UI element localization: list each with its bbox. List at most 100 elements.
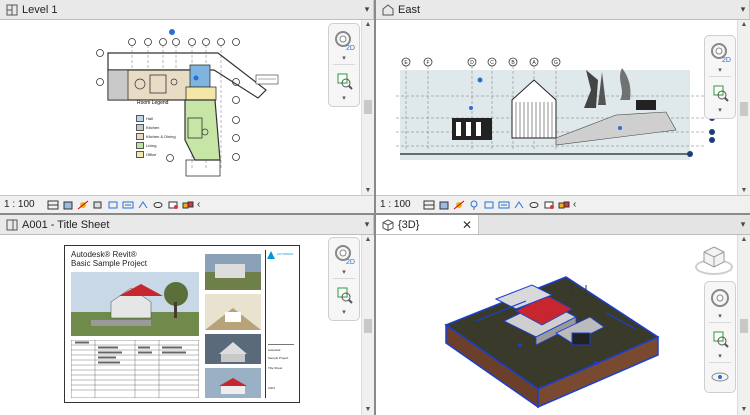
room-legend-title: Room Legend [137,100,169,106]
tab-label: A001 - Title Sheet [22,218,110,231]
floor-plan-icon [6,4,18,15]
tab-menu-icon[interactable]: ▾ [738,3,748,15]
chevron-down-icon[interactable]: ▾ [716,66,724,74]
view-pane-level-1[interactable]: Level 1 ▾ Room Legend Hall Kitchen Kitch… [0,0,374,213]
view-control-bar: 1 : 100 ‹ [376,195,750,213]
scroll-down-icon[interactable]: ▼ [362,405,374,415]
vertical-scrollbar[interactable]: ▲ ▼ [361,235,374,415]
tab-title-sheet[interactable]: A001 - Title Sheet [0,215,374,234]
tab-label: {3D} [398,218,420,231]
reveal-hidden-icon[interactable] [167,200,179,210]
scroll-thumb[interactable] [364,100,372,114]
render-icon[interactable] [468,200,480,210]
sun-path-icon[interactable] [77,200,89,210]
tab-level-1[interactable]: Level 1 [0,0,374,19]
sun-path-icon[interactable] [453,200,465,210]
visual-style-icon[interactable] [62,200,74,210]
tab-menu-icon[interactable]: ▾ [738,218,748,230]
zoom-icon[interactable] [709,82,731,104]
chevron-down-icon[interactable]: ▾ [340,54,348,62]
divider [333,278,355,279]
worksharing-icon[interactable] [558,200,570,210]
project-name: Autodesk [268,348,281,352]
chevron-down-icon[interactable]: ▾ [340,268,348,276]
sheet-title: Autodesk® Revit® Basic Sample Project [71,250,148,268]
chevron-down-icon[interactable]: ▾ [716,352,724,360]
render-thumbnail [205,334,261,364]
hero-render [71,272,199,336]
scroll-thumb[interactable] [364,319,372,333]
view-pane-title-sheet[interactable]: A001 - Title Sheet ▾ Autodesk® Revit® Ba… [0,215,374,415]
title-sheet: Autodesk® Revit® Basic Sample Project AU… [64,245,300,403]
view-pane-3d[interactable]: {3D} ✕ ▾ ▾ ▾ ▲ ▼ [376,215,750,415]
tab-3d[interactable]: {3D} ✕ [376,215,479,234]
steering-wheel-icon[interactable] [709,287,731,309]
legend-label: Office [146,152,157,157]
temporary-hide-icon[interactable] [528,200,540,210]
legend-swatch [136,115,144,122]
floor-plan-canvas[interactable]: Room Legend Hall Kitchen Kitchen & Dinin… [0,20,362,196]
view-cube-icon[interactable] [692,243,736,277]
visual-style-icon[interactable] [438,200,450,210]
legend-item: Hall [136,114,176,123]
zoom-icon[interactable] [333,284,355,306]
shadows-icon[interactable] [92,200,104,210]
sheet-canvas[interactable]: Autodesk® Revit® Basic Sample Project AU… [0,235,362,415]
scroll-thumb[interactable] [740,102,748,116]
show-crop-icon[interactable] [122,200,134,210]
show-crop-icon[interactable] [498,200,510,210]
vertical-scrollbar[interactable]: ▲ ▼ [737,20,750,196]
unlock-3d-icon[interactable] [137,200,149,210]
chevron-left-icon[interactable]: ‹ [197,199,200,210]
chevron-down-icon[interactable]: ▾ [716,312,724,320]
scroll-up-icon[interactable]: ▲ [362,235,374,245]
tab-menu-icon[interactable]: ▾ [362,218,372,230]
orbit-icon[interactable] [709,366,731,388]
temporary-hide-icon[interactable] [152,200,164,210]
view-scale[interactable]: 1 : 100 [380,199,420,210]
navigation-bar: 2D ▾ ▾ [328,23,360,107]
elevation-canvas[interactable]: E F D C B A G 2D ▾ ▾ [376,20,738,196]
legend-label: Hall [146,116,153,121]
chevron-down-icon[interactable]: ▾ [340,94,348,102]
scroll-up-icon[interactable]: ▲ [738,20,750,30]
grid-label: G [554,60,558,66]
chevron-down-icon[interactable]: ▾ [716,106,724,114]
unlock-3d-icon[interactable] [513,200,525,210]
grid-label: F [426,60,429,66]
vertical-scrollbar[interactable]: ▲ ▼ [737,235,750,415]
view-scale[interactable]: 1 : 100 [4,199,44,210]
reveal-hidden-icon[interactable] [543,200,555,210]
scroll-thumb[interactable] [740,319,748,333]
svg-text:2D: 2D [346,45,355,51]
drawing-list-table [71,340,199,398]
crop-view-icon[interactable] [107,200,119,210]
view-pane-east[interactable]: East ▾ E F D C B A G 2D ▾ ▾ ▲ ▼ 1: 100 … [376,0,750,213]
close-icon[interactable]: ✕ [462,218,472,232]
elevation-drawing: E F D C B A G [396,57,715,160]
zoom-icon[interactable] [333,70,355,92]
tab-menu-icon[interactable]: ▾ [362,3,372,15]
3d-canvas[interactable]: ▾ ▾ [376,235,738,415]
steering-wheel-2d-icon[interactable]: 2D [709,41,731,63]
tab-east[interactable]: East [376,0,750,19]
detail-level-icon[interactable] [423,200,435,210]
worksharing-icon[interactable] [182,200,194,210]
crop-view-icon[interactable] [483,200,495,210]
scroll-up-icon[interactable]: ▲ [738,235,750,245]
divider [709,362,731,363]
vertical-scrollbar[interactable]: ▲ ▼ [361,20,374,196]
scroll-down-icon[interactable]: ▼ [738,405,750,415]
steering-wheel-2d-icon[interactable]: 2D [333,243,355,265]
navigation-bar: ▾ ▾ [704,281,736,393]
detail-level-icon[interactable] [47,200,59,210]
legend-label: Kitchen [146,125,160,130]
elevation-icon [382,3,394,15]
steering-wheel-2d-icon[interactable]: 2D [333,29,355,51]
scroll-up-icon[interactable]: ▲ [362,20,374,30]
tab-label: East [398,3,421,16]
zoom-icon[interactable] [709,328,731,350]
sheet-name: Title Sheet [268,366,283,370]
chevron-left-icon[interactable]: ‹ [573,199,576,210]
chevron-down-icon[interactable]: ▾ [340,308,348,316]
